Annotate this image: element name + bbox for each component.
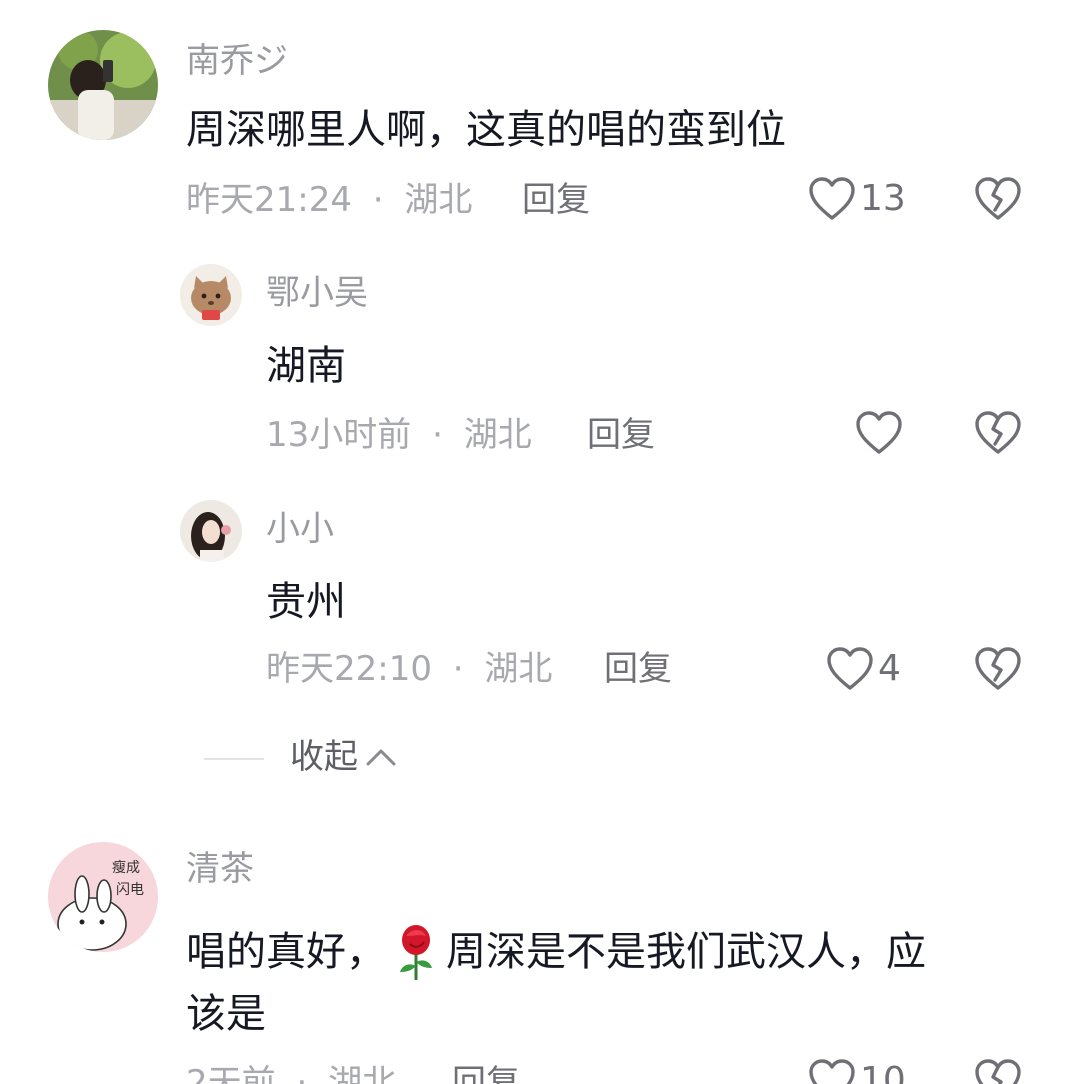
comment-meta: 昨天21:24 · 湖北 [186,183,472,217]
broken-heart-icon [975,647,1021,690]
broken-heart-icon [975,1059,1021,1084]
like-count: 10 [860,1060,906,1084]
reply-button[interactable]: 回复 [587,418,655,452]
username[interactable]: 小小 [266,512,334,546]
comment-text-part: 唱的真好， [186,929,386,975]
dislike-button[interactable] [974,410,1022,456]
meta-separator: · [432,415,443,455]
comment-text-part: 周深是不是我们武汉人，应 [446,929,926,975]
heart-outline-icon [827,647,873,690]
comment-time: 13小时前 [266,415,412,455]
comment-location: 湖北 [463,415,532,455]
comment-meta: 昨天22:10 · 湖北 [266,652,552,686]
like-count: 4 [878,648,901,689]
dislike-button[interactable] [974,646,1022,692]
like-button[interactable]: 13 [808,176,906,222]
heart-outline-icon [809,1059,855,1084]
avatar[interactable] [180,500,242,562]
rose-emoji [390,922,442,982]
meta-separator: · [372,180,384,220]
comment-time: 2天前 [186,1063,276,1084]
girl-avatar-icon [180,500,242,562]
heart-outline-icon [856,411,902,454]
comment-meta: 13小时前 · 湖北 [266,418,532,452]
username[interactable]: 鄂小吴 [266,276,368,310]
meta-separator: · [296,1063,308,1084]
meta-separator: · [452,649,464,689]
comment-text: 湖南 [266,343,346,389]
comment-text-line2: 该是 [186,991,266,1037]
comment-text: 贵州 [266,579,346,625]
divider [204,758,264,760]
comment-text: 唱的真好， 周深是不是我们武汉人，应 [186,922,926,982]
reply-button[interactable]: 回复 [522,183,590,217]
comment-item: 瘦成 闪电 清茶 唱的真好， 周深是不是我们武汉人，应 该是 2天前 · 湖北 … [0,830,1080,1084]
bunny-avatar-icon: 瘦成 闪电 [48,842,158,952]
avatar[interactable] [48,30,158,140]
cat-avatar-icon [180,264,242,326]
avatar[interactable] [180,264,242,326]
comment-location: 湖北 [484,649,553,689]
broken-heart-icon [975,411,1021,454]
comment-item: 南乔ジ 周深哪里人啊，这真的唱的蛮到位 昨天21:24 · 湖北 回复 13 [0,0,1080,240]
comment-time: 昨天21:24 [186,180,352,220]
like-button[interactable]: 10 [808,1058,906,1084]
dislike-button[interactable] [974,1058,1022,1084]
rose-icon [400,925,432,980]
collapse-button[interactable]: 收起 [290,740,398,774]
like-button[interactable] [855,410,903,456]
heart-outline-icon [809,177,855,220]
reply-item: 鄂小吴 湖南 13小时前 · 湖北 回复 [0,250,1080,470]
comment-location: 湖北 [328,1063,397,1084]
comment-location: 湖北 [404,180,473,220]
avatar-photo-icon [48,30,158,140]
reply-button[interactable]: 回复 [452,1066,520,1084]
username[interactable]: 南乔ジ [186,44,288,78]
svg-text:瘦成: 瘦成 [112,859,140,876]
avatar[interactable]: 瘦成 闪电 [48,842,158,952]
like-count: 13 [860,178,906,219]
collapse-label: 收起 [290,737,358,777]
svg-text:闪电: 闪电 [116,882,144,898]
broken-heart-icon [975,177,1021,220]
collapse-row[interactable]: 收起 [0,730,1080,790]
reply-button[interactable]: 回复 [604,652,672,686]
reply-item: 小小 贵州 昨天22:10 · 湖北 回复 4 [0,486,1080,706]
comment-text: 周深哪里人啊，这真的唱的蛮到位 [186,107,786,153]
like-button[interactable]: 4 [826,646,901,692]
dislike-button[interactable] [974,176,1022,222]
username[interactable]: 清茶 [186,852,254,886]
comment-meta: 2天前 · 湖北 [186,1066,396,1084]
chevron-up-icon [366,749,396,766]
comment-time: 昨天22:10 [266,649,432,689]
